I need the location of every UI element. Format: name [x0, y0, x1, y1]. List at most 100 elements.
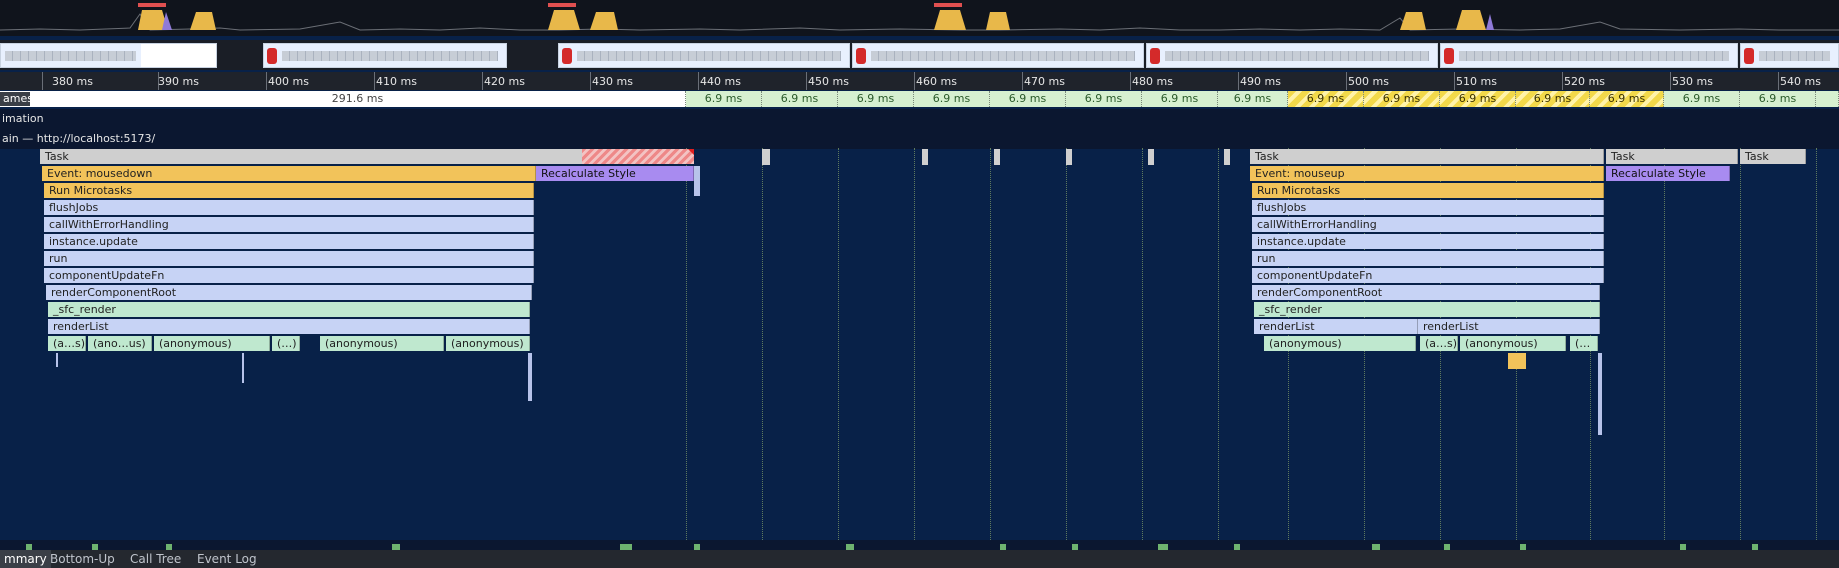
task-event[interactable]: Task [1250, 149, 1604, 164]
small-task[interactable] [1224, 149, 1230, 165]
anonymous-call[interactable]: (a…s) [1420, 336, 1458, 351]
time-ruler[interactable]: 380 ms 390 ms 400 ms 410 ms 420 ms 430 m… [0, 72, 1839, 90]
flushjobs-call[interactable]: flushJobs [44, 200, 534, 215]
anonymous-call[interactable]: (anonymous) [1460, 336, 1566, 351]
screenshot-thumbnail[interactable] [1146, 43, 1438, 68]
flushjobs-call[interactable]: flushJobs [1252, 200, 1604, 215]
instance-update-call[interactable]: instance.update [1252, 234, 1604, 249]
anonymous-call[interactable]: (anonymous) [154, 336, 270, 351]
overview-activity-graph [0, 3, 1839, 31]
ruler-label: 500 ms [1348, 75, 1389, 88]
frame[interactable]: 6.9 ms [1740, 91, 1816, 107]
ruler-tick [590, 72, 591, 90]
ruler-label: 430 ms [592, 75, 633, 88]
small-task[interactable] [994, 149, 1000, 165]
frame[interactable]: 6.9 ms [1066, 91, 1142, 107]
animation-track-header[interactable]: imation [0, 109, 1839, 129]
nested-call-sliver[interactable] [242, 353, 244, 383]
callwitherrorhandling-call[interactable]: callWithErrorHandling [1252, 217, 1604, 232]
ruler-label: 530 ms [1672, 75, 1713, 88]
frame-boundary [686, 148, 688, 542]
screenshot-thumbnail[interactable] [558, 43, 850, 68]
renderlist-call[interactable]: renderList [1254, 319, 1418, 334]
frame[interactable]: 6.9 ms [1218, 91, 1288, 107]
ruler-tick [266, 72, 267, 90]
componentupdatefn-call[interactable]: componentUpdateFn [44, 268, 534, 283]
task-event[interactable]: Task [1606, 149, 1738, 164]
event-mousedown[interactable]: Event: mousedown [42, 166, 536, 181]
small-task[interactable] [1148, 149, 1154, 165]
frame-boundary [1142, 148, 1144, 542]
frame-dropped[interactable]: 6.9 ms [1364, 91, 1440, 107]
frame-boundary [762, 148, 764, 542]
componentupdatefn-call[interactable]: componentUpdateFn [1252, 268, 1604, 283]
screenshot-thumbnail[interactable] [0, 43, 217, 68]
tab-event-log[interactable]: Event Log [197, 550, 257, 568]
screenshot-thumbnail[interactable] [263, 43, 507, 68]
frame[interactable]: 6.9 ms [990, 91, 1066, 107]
long-task-warning [582, 149, 694, 164]
frame[interactable]: 6.9 ms [686, 91, 762, 107]
run-call[interactable]: run [1252, 251, 1604, 266]
frame[interactable]: 6.9 ms [1664, 91, 1740, 107]
tab-summary[interactable]: mmary [0, 550, 51, 568]
frame-dropped[interactable]: 6.9 ms [1516, 91, 1590, 107]
ruler-label: 440 ms [700, 75, 741, 88]
nested-call-sliver[interactable] [1508, 353, 1526, 369]
frame[interactable] [1816, 91, 1839, 107]
tab-bottom-up[interactable]: Bottom-Up [50, 550, 115, 568]
small-task-stack[interactable] [694, 166, 700, 196]
small-task[interactable] [922, 149, 928, 165]
anonymous-call[interactable]: (anonymous) [446, 336, 530, 351]
timeline-overview[interactable] [0, 0, 1839, 36]
frame[interactable]: 6.9 ms [914, 91, 990, 107]
anonymous-call[interactable]: (…) [272, 336, 300, 351]
recalculate-style-event[interactable]: Recalculate Style [536, 166, 694, 181]
renderlist-call[interactable]: renderList [1418, 319, 1600, 334]
ruler-label: 490 ms [1240, 75, 1281, 88]
frame[interactable]: 6.9 ms [838, 91, 914, 107]
nested-call-sliver[interactable] [56, 353, 58, 367]
ruler-label: 470 ms [1024, 75, 1065, 88]
rendercomponentroot-call[interactable]: renderComponentRoot [1252, 285, 1600, 300]
recalculate-style-event[interactable]: Recalculate Style [1606, 166, 1730, 181]
sfc-render-call[interactable]: _sfc_render [48, 302, 530, 317]
frame-long[interactable]: 291.6 ms [30, 91, 686, 107]
nested-call-sliver[interactable] [528, 353, 532, 401]
run-microtasks-event[interactable]: Run Microtasks [44, 183, 534, 198]
frame-dropped[interactable]: 6.9 ms [1288, 91, 1364, 107]
callwitherrorhandling-call[interactable]: callWithErrorHandling [44, 217, 534, 232]
instance-update-call[interactable]: instance.update [44, 234, 534, 249]
screenshot-thumbnail[interactable] [852, 43, 1144, 68]
frame-dropped[interactable]: 6.9 ms [1440, 91, 1516, 107]
small-task[interactable] [762, 149, 770, 165]
small-task[interactable] [1066, 149, 1072, 165]
screenshot-thumbnail[interactable] [1440, 43, 1738, 68]
ruler-tick [698, 72, 699, 90]
task-event[interactable]: Task [1740, 149, 1806, 164]
ruler-tick [1670, 72, 1671, 90]
frame[interactable]: 6.9 ms [1142, 91, 1218, 107]
renderlist-call[interactable]: renderList [48, 319, 530, 334]
ruler-label: 510 ms [1456, 75, 1497, 88]
anonymous-call[interactable]: (… [1570, 336, 1598, 351]
event-mouseup[interactable]: Event: mouseup [1250, 166, 1604, 181]
main-thread-track-header[interactable]: ain — http://localhost:5173/ [0, 129, 1839, 149]
anonymous-call[interactable]: (a…s) [48, 336, 86, 351]
run-call[interactable]: run [44, 251, 534, 266]
ruler-tick [1346, 72, 1347, 90]
run-microtasks-event[interactable]: Run Microtasks [1252, 183, 1604, 198]
frame[interactable]: 6.9 ms [762, 91, 838, 107]
nested-call-sliver[interactable] [1598, 353, 1602, 435]
screenshot-thumbnail[interactable] [1740, 43, 1839, 68]
ruler-tick [1562, 72, 1563, 90]
anonymous-call[interactable]: (anonymous) [1264, 336, 1416, 351]
anonymous-call[interactable]: (ano…us) [88, 336, 152, 351]
sfc-render-call[interactable]: _sfc_render [1254, 302, 1600, 317]
ruler-label: 390 ms [158, 75, 199, 88]
ruler-label: 450 ms [808, 75, 849, 88]
rendercomponentroot-call[interactable]: renderComponentRoot [46, 285, 532, 300]
frame-dropped[interactable]: 6.9 ms [1590, 91, 1664, 107]
tab-call-tree[interactable]: Call Tree [130, 550, 181, 568]
anonymous-call[interactable]: (anonymous) [320, 336, 444, 351]
